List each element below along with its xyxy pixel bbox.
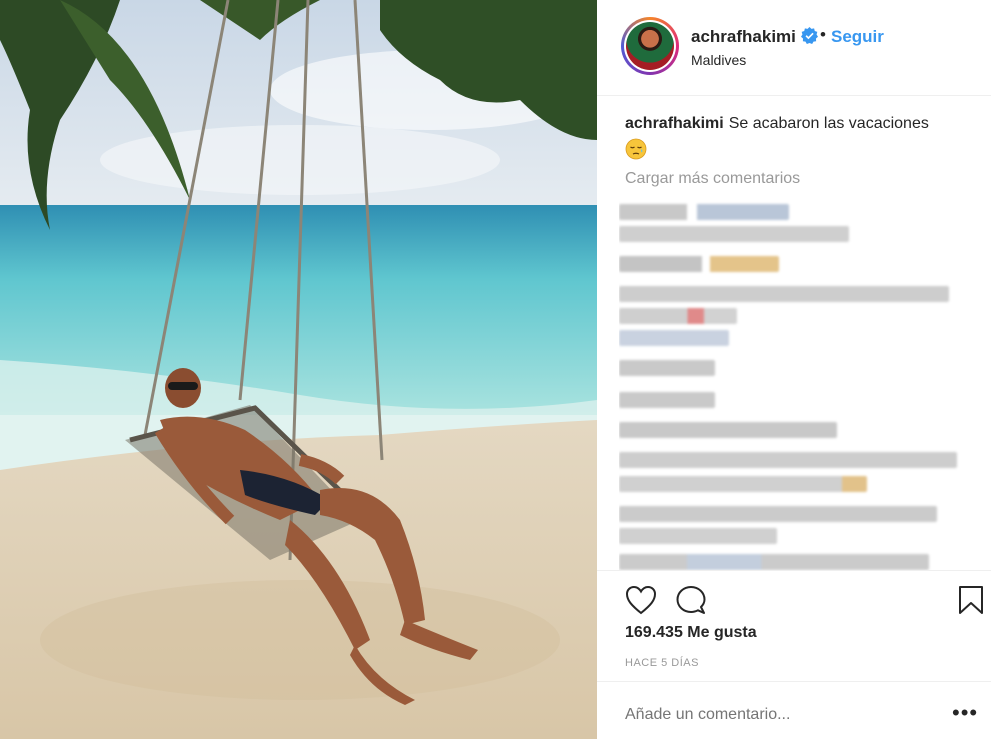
follow-button[interactable]: Seguir: [831, 27, 884, 47]
post-sidebar: achrafhakimi • Seguir Maldives achrafhak…: [597, 0, 991, 739]
username-link[interactable]: achrafhakimi: [691, 27, 796, 47]
beach-swing-image: [0, 0, 597, 739]
list-item: [619, 554, 929, 570]
list-item: [619, 506, 937, 522]
caption-text: Se acabaron las vacaciones: [728, 115, 929, 132]
comment-form: •••: [597, 681, 991, 740]
list-item: [619, 286, 949, 302]
list-item: [619, 226, 849, 242]
list-item: [619, 476, 867, 492]
list-item: [619, 360, 715, 376]
caption: achrafhakimi Se acabaron las vacaciones: [625, 114, 965, 134]
blurred-comments: [619, 198, 979, 570]
list-item: [619, 256, 779, 272]
face-sleepy-emoji: [625, 138, 647, 160]
comment-input[interactable]: [625, 706, 925, 724]
action-bar: [597, 570, 991, 621]
post-timestamp[interactable]: HACE 5 DÍAS: [625, 657, 699, 669]
avatar[interactable]: [621, 17, 679, 75]
ellipsis-icon[interactable]: •••: [952, 700, 978, 726]
list-item: [619, 330, 729, 346]
separator-dot: •: [820, 25, 826, 44]
list-item: [619, 308, 737, 324]
post-photo[interactable]: [0, 0, 597, 739]
verified-badge-icon: [801, 27, 818, 44]
location-link[interactable]: Maldives: [691, 52, 746, 68]
speech-bubble-icon[interactable]: [675, 585, 707, 615]
bookmark-icon[interactable]: [958, 585, 984, 615]
post-header: achrafhakimi • Seguir Maldives: [597, 0, 991, 96]
list-item: [619, 422, 837, 438]
list-item: [619, 392, 715, 408]
list-item: [619, 528, 777, 544]
caption-username[interactable]: achrafhakimi: [625, 115, 724, 132]
list-item: [619, 204, 789, 220]
list-item: [619, 452, 957, 468]
load-more-comments[interactable]: Cargar más comentarios: [625, 170, 800, 188]
instagram-post-modal: achrafhakimi • Seguir Maldives achrafhak…: [0, 0, 991, 739]
likes-count[interactable]: 169.435 Me gusta: [625, 624, 757, 642]
heart-icon[interactable]: [625, 585, 657, 615]
